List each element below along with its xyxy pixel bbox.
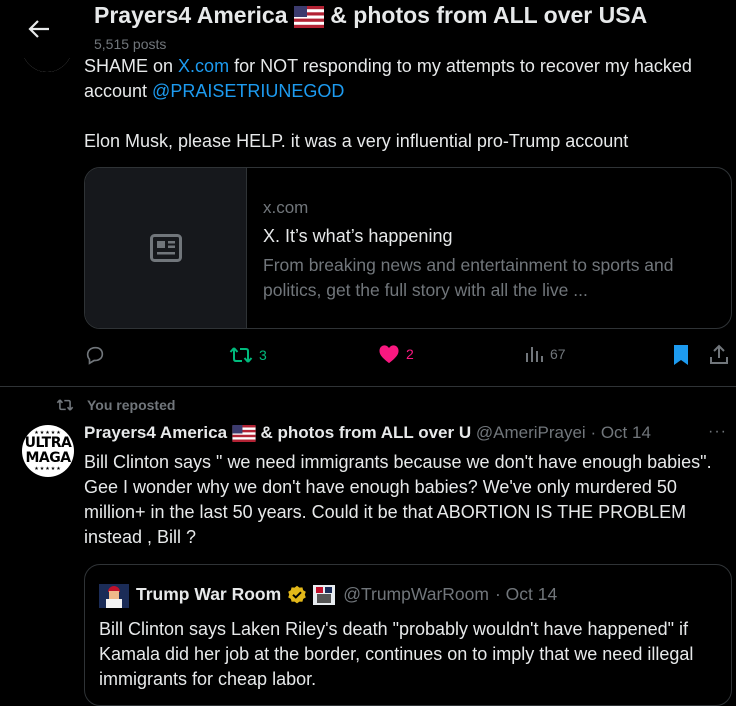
quoted-tweet[interactable]: Trump War Room @TrumpWarRoom · Oct 14 Bi… [84, 564, 732, 706]
repost-label: You reposted [87, 397, 176, 413]
more-options-button[interactable]: ··· [708, 423, 727, 441]
quote-author-handle[interactable]: @TrumpWarRoom [343, 584, 489, 605]
quote-text: Bill Clinton says Laken Riley's death "p… [99, 619, 694, 689]
posts-count: 5,515 posts [94, 36, 167, 52]
card-domain: x.com [263, 198, 309, 217]
back-button[interactable] [22, 12, 56, 46]
author-handle[interactable]: @AmeriPrayei [476, 423, 586, 442]
views-count: 67 [550, 346, 566, 362]
title-rest: & photos from ALL over USA [330, 2, 648, 28]
bookmark-icon [674, 345, 688, 365]
repost-icon [229, 347, 253, 363]
page-title: Prayers4 America & photos from ALL over … [94, 2, 647, 29]
action-bar: 3 2 67 [84, 344, 734, 372]
text-segment: SHAME on [84, 56, 179, 76]
tweet-text: Bill Clinton says " we need immigrants b… [84, 452, 712, 547]
views-icon [526, 347, 543, 362]
card-description: From breaking news and entertainment to … [263, 255, 674, 300]
tweet-1[interactable]: SHAME on X.com for NOT responding to my … [0, 0, 736, 387]
arrow-left-icon [28, 20, 49, 38]
us-flag-icon [293, 5, 324, 28]
share-button[interactable] [708, 344, 730, 366]
repost-button[interactable]: 3 [229, 344, 267, 366]
bookmark-button[interactable] [672, 344, 690, 366]
like-button[interactable]: 2 [378, 344, 414, 364]
avatar[interactable]: ★★★★★ ULTRA MAGA ★★★★★ [22, 425, 74, 477]
reply-icon [86, 346, 104, 365]
link-card[interactable]: x.com X. It’s what’s happening From brea… [84, 167, 732, 329]
mention-link[interactable]: @PRAISETRIUNEGOD [152, 81, 344, 101]
repost-icon [56, 399, 74, 411]
like-count: 2 [406, 346, 414, 362]
card-title: X. It’s what’s happening [263, 226, 453, 246]
link-xcom[interactable]: X.com [178, 56, 229, 76]
title-name: Prayers4 America [94, 2, 288, 28]
verified-badge-icon [288, 585, 306, 603]
heart-icon [379, 345, 399, 364]
author-name[interactable]: Prayers4 America [84, 423, 227, 442]
avatar-text: MAGA [25, 450, 71, 466]
tweet-2[interactable]: You reposted ★★★★★ ULTRA MAGA ★★★★★ Pray… [0, 387, 736, 706]
repost-count: 3 [259, 347, 267, 363]
avatar-text: ULTRA [24, 435, 72, 451]
avatar-stars: ★★★★★ [34, 466, 62, 472]
author-name-rest[interactable]: & photos from ALL over U [261, 423, 472, 442]
text-segment: for NOT responding to my attempts to rec… [229, 56, 692, 76]
tweet-meta: Prayers4 America & photos from ALL over … [84, 423, 651, 443]
affiliate-badge-icon [313, 584, 336, 605]
card-thumbnail [85, 168, 247, 328]
quote-meta: Trump War Room @TrumpWarRoom · Oct 14 [136, 584, 557, 605]
article-icon [149, 234, 182, 262]
profile-header: Prayers4 America & photos from ALL over … [0, 0, 736, 58]
repost-indicator: You reposted [55, 397, 175, 413]
text-segment: account [84, 81, 153, 101]
views-button[interactable]: 67 [524, 344, 566, 364]
us-flag-icon [232, 425, 256, 443]
quote-author-name[interactable]: Trump War Room [136, 584, 281, 605]
tweet-text: SHAME on X.com for NOT responding to my … [84, 54, 734, 154]
tweet-date[interactable]: · Oct 14 [590, 423, 650, 442]
avatar[interactable] [99, 584, 129, 608]
tweet-paragraph: Elon Musk, please HELP. it was a very in… [84, 131, 629, 151]
reply-button[interactable] [84, 344, 106, 366]
quote-date[interactable]: · Oct 14 [495, 584, 557, 605]
share-icon [710, 344, 728, 364]
